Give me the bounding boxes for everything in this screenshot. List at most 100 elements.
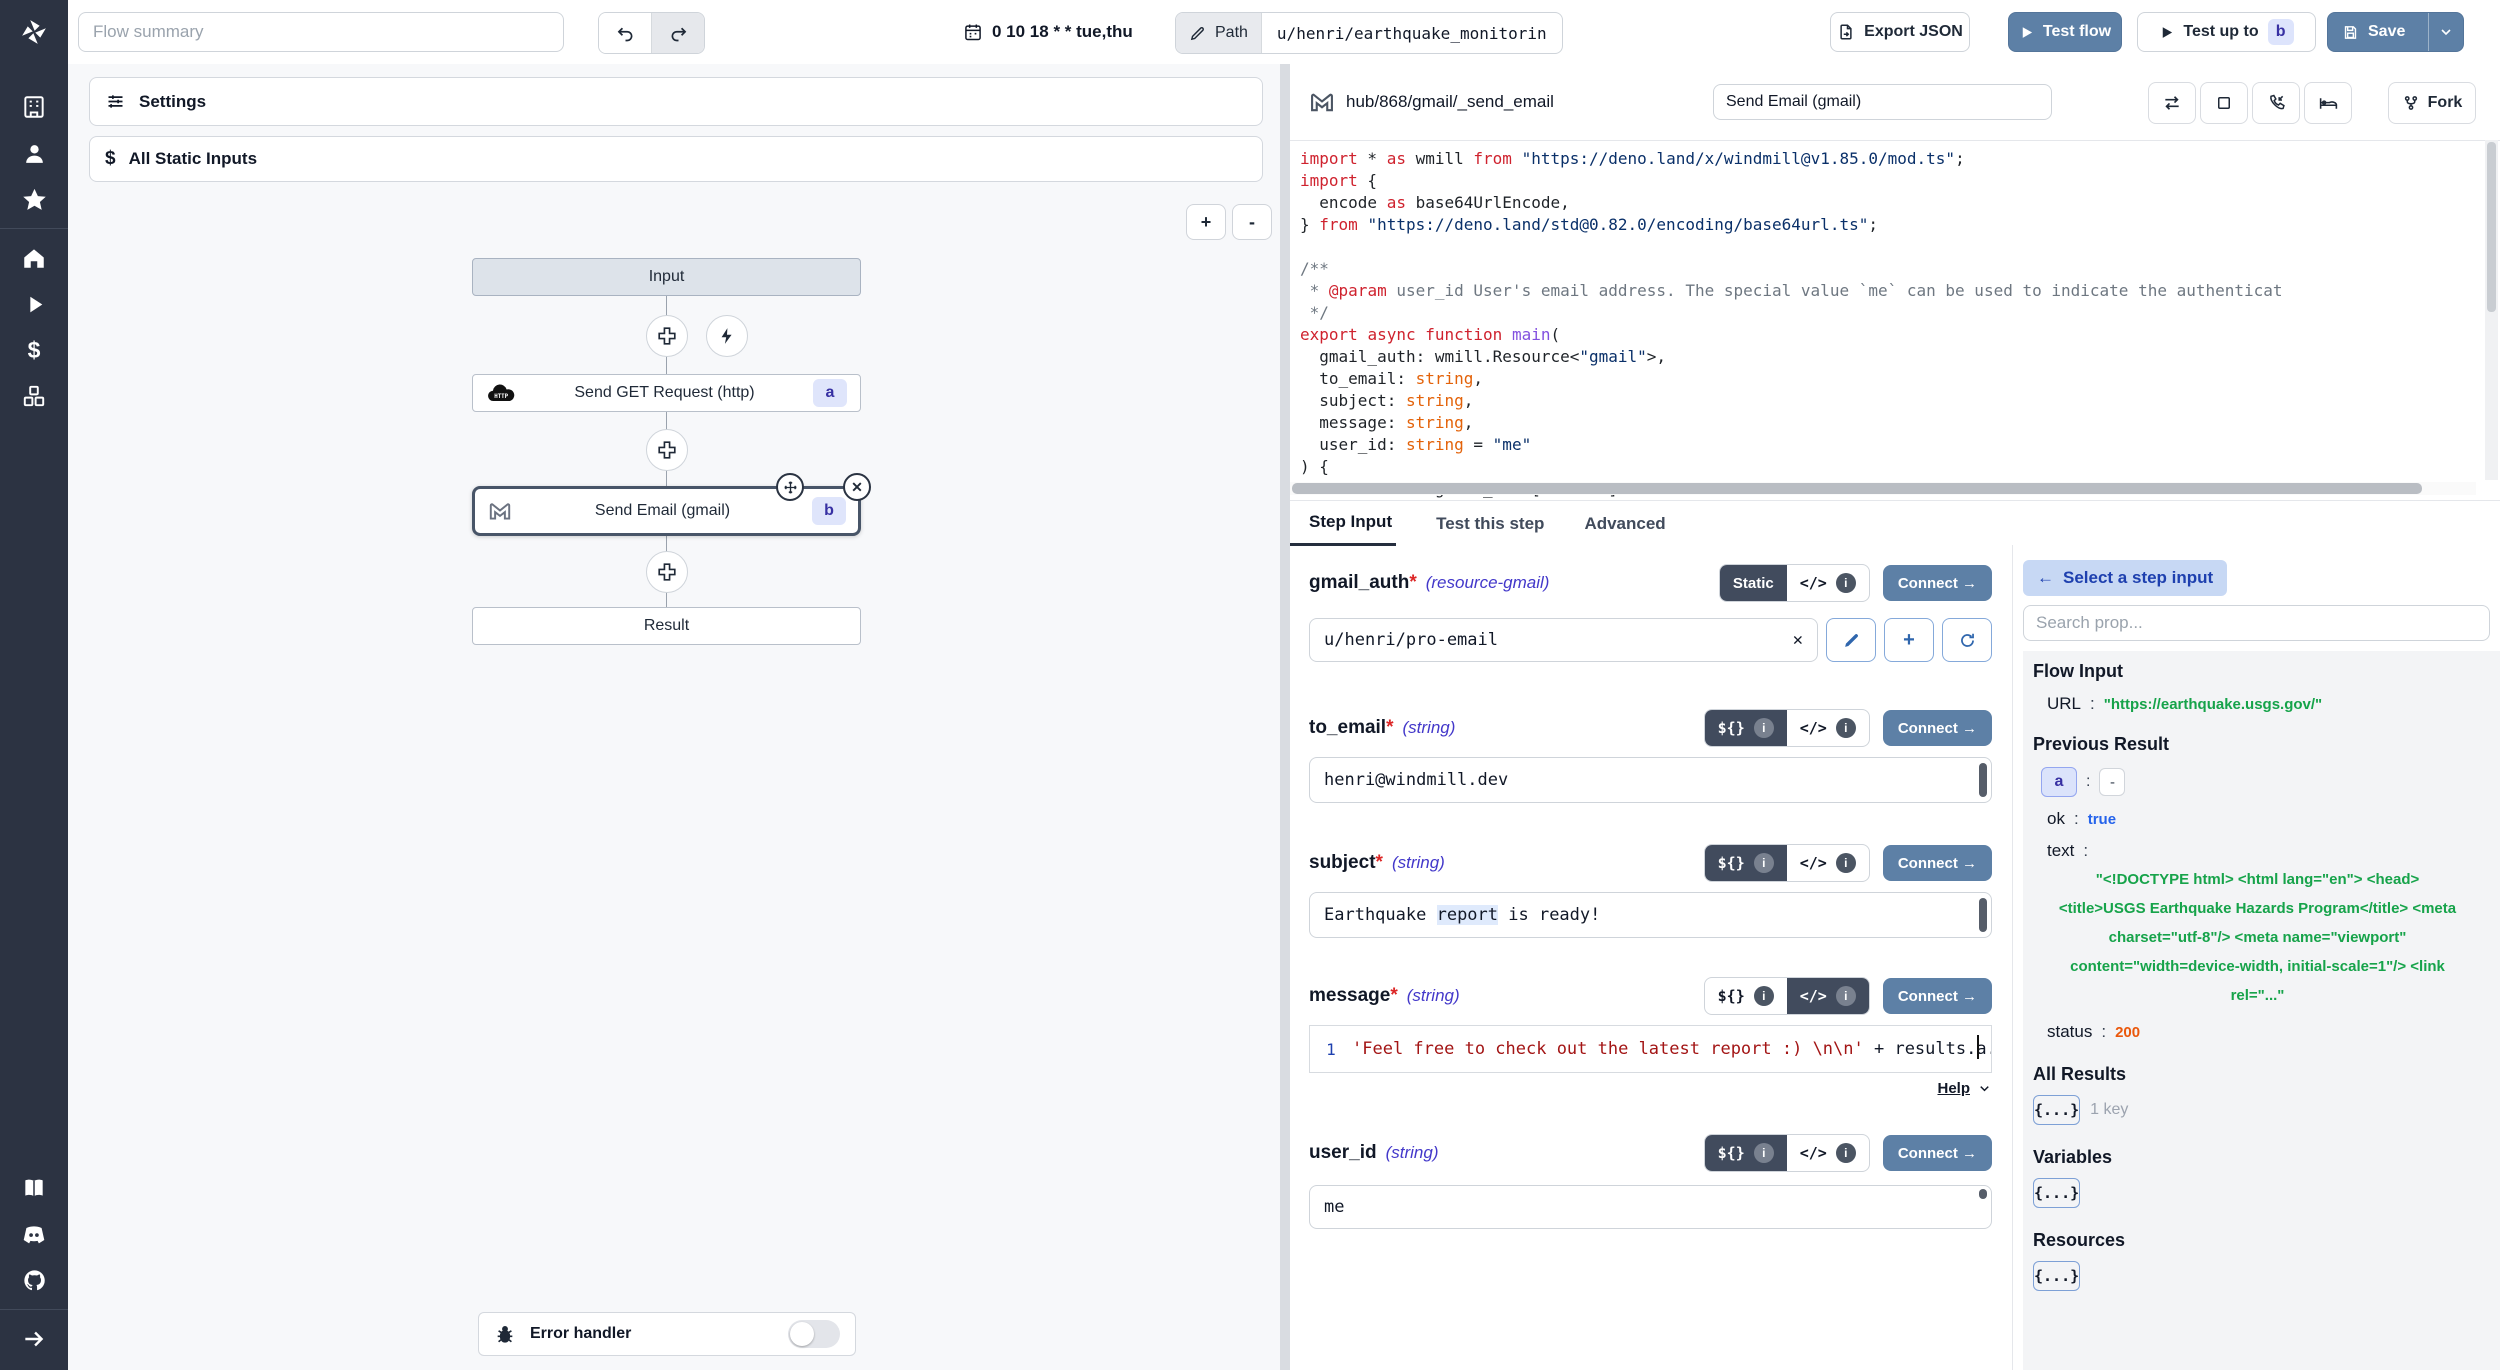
status-key: status <box>2047 1022 2092 1042</box>
error-handler-toggle[interactable] <box>788 1320 840 1348</box>
sidebar-item-resources[interactable] <box>0 375 68 417</box>
message-code-editor[interactable]: 1 'Feel free to check out the latest rep… <box>1309 1025 1992 1073</box>
sidebar-expand-button[interactable] <box>0 1318 68 1360</box>
line-number: 1 <box>1310 1040 1352 1059</box>
collapsed-value-badge[interactable]: - <box>2099 768 2125 796</box>
javascript-mode-button[interactable]: </>i <box>1787 978 1869 1014</box>
subject-input[interactable]: Earthquake report is ready! <box>1309 892 1992 938</box>
info-icon: i <box>1754 718 1774 738</box>
node-result-label: Result <box>644 617 689 635</box>
path-chip[interactable]: Path u/henri/earthquake_monitorin <box>1175 12 1563 54</box>
windmill-logo[interactable] <box>0 0 68 64</box>
to-email-input[interactable]: henri@windmill.dev <box>1309 757 1992 803</box>
connect-button[interactable]: Connect → <box>1883 565 1992 601</box>
undo-button[interactable] <box>599 13 651 53</box>
phone-incoming-icon <box>2266 93 2286 113</box>
gmail-auth-resource-input[interactable]: u/henri/pro-email ✕ <box>1309 618 1818 662</box>
template-mode-button[interactable]: ${}i <box>1705 978 1787 1014</box>
sidebar-item-favorites[interactable] <box>0 178 68 220</box>
test-flow-button[interactable]: Test flow <box>2008 12 2122 52</box>
sidebar-item-docs[interactable] <box>0 1167 68 1209</box>
javascript-mode-button[interactable]: </>i <box>1787 710 1869 746</box>
code-horizontal-scrollbar[interactable] <box>1290 482 2476 495</box>
flow-summary-input[interactable] <box>78 12 564 52</box>
reload-script-button[interactable] <box>2148 82 2196 124</box>
static-mode-button[interactable]: Static <box>1720 565 1787 601</box>
close-icon: ✕ <box>851 479 863 496</box>
edit-resource-button[interactable] <box>1826 618 1876 662</box>
save-dropdown-button[interactable] <box>2428 13 2463 51</box>
sidebar-item-user[interactable] <box>0 132 68 174</box>
text-value[interactable]: "<!DOCTYPE html> <html lang="en"> <head>… <box>2033 865 2482 1010</box>
node-http-step[interactable]: HTTP Send GET Request (http) a <box>472 374 861 412</box>
pane-resize-handle[interactable] <box>1280 64 1290 1370</box>
step-a-badge[interactable]: a <box>2041 767 2077 797</box>
box-button[interactable] <box>2200 82 2248 124</box>
input-mode-toggle: ${}i </>i <box>1704 844 1870 882</box>
ok-row[interactable]: ok : true <box>2047 809 2488 829</box>
tab-test-this-step[interactable]: Test this step <box>1436 501 1544 546</box>
input-scrollbar <box>1979 898 1987 932</box>
text-row[interactable]: text : <box>2047 841 2488 861</box>
test-up-to-button[interactable]: Test up to b <box>2137 12 2316 52</box>
user-id-input[interactable]: me <box>1309 1185 1992 1229</box>
redo-button[interactable] <box>651 13 704 53</box>
connect-button[interactable]: Connect → <box>1883 845 1992 881</box>
sidebar-item-runs[interactable] <box>0 283 68 325</box>
key-count: 1 key <box>2090 1101 2128 1119</box>
schedule-cron[interactable]: 0 10 18 * * tue,thu <box>963 0 1133 64</box>
export-json-button[interactable]: Export JSON <box>1830 12 1970 52</box>
sidebar-item-github[interactable] <box>0 1259 68 1301</box>
sidebar-item-home[interactable] <box>0 237 68 279</box>
node-gmail-step-selected[interactable]: ✕ Send Email (gmail) b <box>472 486 861 536</box>
object-expand-chip[interactable]: {...} <box>2033 1095 2080 1125</box>
add-step-button[interactable] <box>646 315 688 357</box>
javascript-mode-button[interactable]: </>i <box>1787 1135 1869 1171</box>
step-summary-input[interactable] <box>1713 84 2052 120</box>
connect-button[interactable]: Connect → <box>1883 978 1992 1014</box>
object-expand-chip[interactable]: {...} <box>2033 1261 2080 1291</box>
sidebar-item-variables[interactable]: $ <box>0 329 68 371</box>
tab-advanced[interactable]: Advanced <box>1584 501 1665 546</box>
javascript-mode-button[interactable]: </>i <box>1787 565 1869 601</box>
template-mode-button[interactable]: ${}i <box>1705 710 1787 746</box>
delete-step-button[interactable]: ✕ <box>843 473 871 501</box>
clear-icon[interactable]: ✕ <box>1793 630 1803 650</box>
fork-button[interactable]: Fork <box>2388 82 2476 124</box>
trigger-button[interactable] <box>706 315 748 357</box>
gmail-icon <box>487 498 513 524</box>
tab-step-input[interactable]: Step Input <box>1290 501 1396 546</box>
connect-button[interactable]: Connect → <box>1883 710 1992 746</box>
zoom-out-button[interactable]: - <box>1232 204 1272 240</box>
select-step-input-pill[interactable]: ← Select a step input <box>2023 560 2227 596</box>
add-resource-button[interactable]: + <box>1884 618 1934 662</box>
status-row[interactable]: status : 200 <box>2047 1022 2488 1042</box>
template-mode-button[interactable]: ${}i <box>1705 1135 1787 1171</box>
sidebar-item-workspace[interactable] <box>0 86 68 128</box>
refresh-resource-button[interactable] <box>1942 618 1992 662</box>
field-name: to_email <box>1309 717 1386 739</box>
code-editor[interactable]: import * as wmill from "https://deno.lan… <box>1290 140 2500 500</box>
phone-incoming-button[interactable] <box>2252 82 2300 124</box>
sidebar-item-discord[interactable] <box>0 1213 68 1255</box>
object-expand-chip[interactable]: {...} <box>2033 1178 2080 1208</box>
flow-input-url-row[interactable]: URL : "https://earthquake.usgs.gov/" <box>2047 694 2488 714</box>
help-link[interactable]: Help <box>1937 1080 1970 1097</box>
save-main[interactable]: Save <box>2328 13 2419 51</box>
save-button[interactable]: Save <box>2327 12 2464 52</box>
sleep-button[interactable] <box>2304 82 2352 124</box>
node-input[interactable]: Input <box>472 258 861 296</box>
zoom-in-button[interactable]: + <box>1186 204 1226 240</box>
connect-button[interactable]: Connect → <box>1883 1135 1992 1171</box>
search-prop-input[interactable] <box>2023 605 2490 641</box>
node-result[interactable]: Result <box>472 607 861 645</box>
template-mode-button[interactable]: ${}i <box>1705 845 1787 881</box>
input-mode-toggle: ${}i </>i <box>1704 977 1870 1015</box>
add-step-button[interactable] <box>646 551 688 593</box>
chevron-down-icon[interactable] <box>1977 1081 1992 1096</box>
add-step-button[interactable] <box>646 429 688 471</box>
javascript-mode-button[interactable]: </>i <box>1787 845 1869 881</box>
code-vertical-scrollbar[interactable] <box>2485 140 2498 480</box>
hub-script-path[interactable]: hub/868/gmail/_send_email <box>1346 64 1554 140</box>
move-step-handle[interactable] <box>776 473 804 501</box>
